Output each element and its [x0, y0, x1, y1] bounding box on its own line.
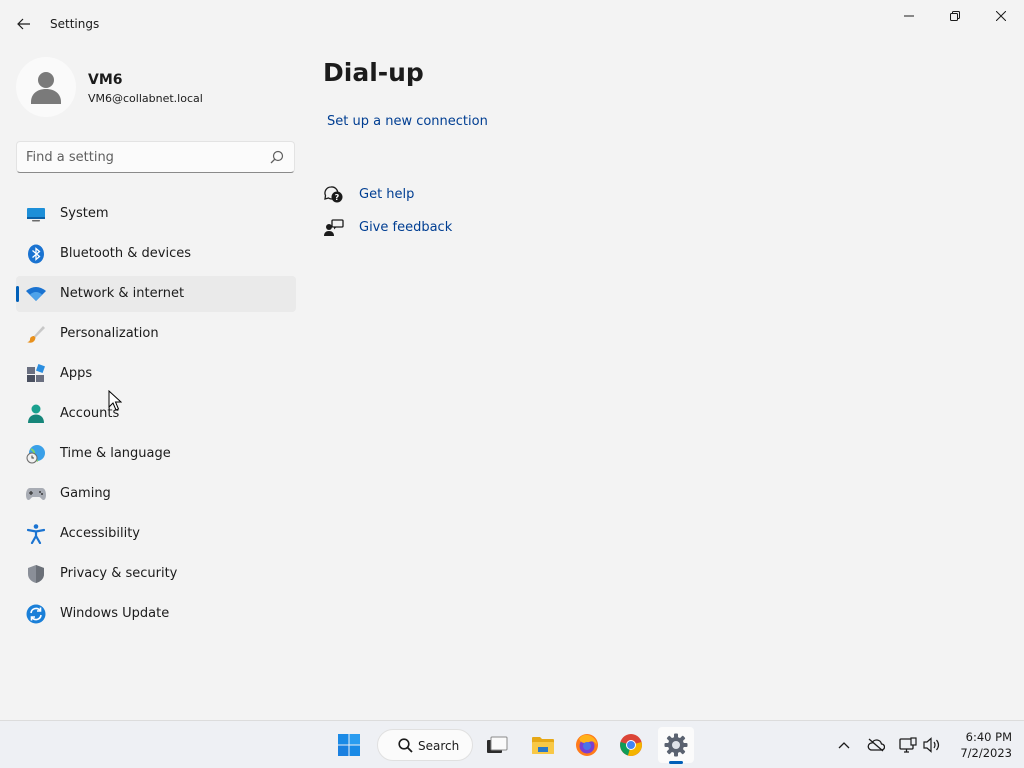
firefox-icon: [576, 734, 598, 756]
network-tray-button[interactable]: [898, 735, 918, 755]
get-help-label: Get help: [359, 187, 415, 202]
folder-icon: [532, 737, 554, 754]
profile-name: VM6: [88, 72, 123, 88]
taskbar-search-label: Search: [418, 739, 460, 753]
taskbar: Search 6:40 PM 7/2/2023: [0, 720, 1024, 768]
sidebar-item-label: System: [60, 206, 109, 221]
sidebar-item-label: Time & language: [60, 446, 171, 461]
give-feedback-label: Give feedback: [359, 220, 453, 235]
sidebar-item-windows-update[interactable]: Windows Update: [16, 596, 296, 632]
cloud-offline-icon: [867, 738, 885, 752]
user-avatar-icon: [31, 72, 61, 104]
restore-button[interactable]: [932, 0, 978, 32]
chevron-up-icon: [838, 742, 850, 749]
setup-new-connection-link[interactable]: Set up a new connection: [327, 114, 488, 129]
settings-window: Settings VM6 VM6@collabnet.local Find a …: [0, 0, 1024, 720]
window-title: Settings: [50, 17, 100, 31]
sidebar-item-privacy[interactable]: Privacy & security: [16, 556, 296, 592]
volume-tray-button[interactable]: [922, 735, 942, 755]
sidebar-item-label: Windows Update: [60, 606, 170, 621]
title-bar: Settings: [0, 0, 1024, 48]
mouse-cursor-icon: [108, 390, 122, 411]
brush-icon: [26, 324, 46, 344]
search-icon: [398, 738, 413, 753]
wifi-icon: [26, 284, 46, 304]
sidebar-item-gaming[interactable]: Gaming: [16, 476, 296, 512]
sidebar-item-system[interactable]: System: [16, 196, 296, 232]
chrome-icon: [620, 734, 642, 756]
active-app-indicator: [669, 761, 683, 764]
profile-email: VM6@collabnet.local: [88, 92, 203, 105]
search-input[interactable]: [26, 142, 266, 172]
sidebar-nav: System Bluetooth & devices Network & int…: [16, 196, 296, 636]
close-button[interactable]: [978, 0, 1024, 32]
minimize-button[interactable]: [886, 0, 932, 32]
gear-icon: [664, 733, 688, 757]
person-icon: [26, 404, 46, 424]
sidebar-item-time-language[interactable]: Time & language: [16, 436, 296, 472]
give-feedback-link[interactable]: Give feedback: [324, 217, 524, 239]
svg-text:?: ?: [335, 193, 340, 202]
get-help-link[interactable]: ? Get help: [324, 184, 524, 206]
show-hidden-icons-button[interactable]: [834, 735, 854, 755]
windows-logo-icon: [338, 734, 360, 756]
firefox-button[interactable]: [569, 727, 605, 763]
close-icon: [996, 11, 1006, 21]
task-view-button[interactable]: [479, 727, 515, 763]
ethernet-icon: [899, 737, 917, 753]
back-button[interactable]: [10, 11, 38, 37]
sidebar-item-label: Apps: [60, 366, 93, 381]
search-icon[interactable]: [270, 150, 284, 164]
apps-icon: [26, 364, 46, 384]
monitor-icon: [26, 204, 46, 224]
task-view-icon: [487, 736, 508, 753]
sidebar-item-accounts[interactable]: Accounts: [16, 396, 296, 432]
settings-taskbar-button[interactable]: [658, 727, 694, 763]
sidebar-item-bluetooth[interactable]: Bluetooth & devices: [16, 236, 296, 272]
sidebar-item-network[interactable]: Network & internet: [16, 276, 296, 312]
sidebar-item-label: Bluetooth & devices: [60, 246, 191, 261]
start-button[interactable]: [331, 727, 367, 763]
system-clock[interactable]: 6:40 PM 7/2/2023: [948, 729, 1012, 761]
help-chat-icon: ?: [324, 186, 343, 203]
sidebar-item-accessibility[interactable]: Accessibility: [16, 516, 296, 552]
arrow-left-icon: [17, 18, 30, 30]
accessibility-icon: [26, 524, 46, 544]
shield-icon: [26, 564, 46, 584]
avatar[interactable]: [16, 57, 76, 117]
restore-icon: [950, 11, 960, 21]
clock-date: 7/2/2023: [960, 746, 1012, 760]
sync-icon: [26, 604, 46, 624]
speaker-icon: [923, 737, 940, 753]
bluetooth-icon: [26, 244, 46, 264]
chrome-button[interactable]: [613, 727, 649, 763]
sidebar-item-personalization[interactable]: Personalization: [16, 316, 296, 352]
sidebar-item-label: Personalization: [60, 326, 159, 341]
file-explorer-button[interactable]: [525, 727, 561, 763]
sidebar-item-label: Privacy & security: [60, 566, 178, 581]
clock-time: 6:40 PM: [965, 730, 1012, 744]
page-title: Dial-up: [323, 58, 424, 87]
taskbar-search[interactable]: Search: [377, 729, 473, 761]
minimize-icon: [904, 15, 914, 17]
feedback-icon: [324, 219, 344, 236]
search-box: [16, 141, 295, 173]
sidebar-item-label: Gaming: [60, 486, 111, 501]
sidebar-item-label: Network & internet: [60, 286, 185, 301]
gamepad-icon: [26, 484, 46, 504]
globe-clock-icon: [26, 444, 46, 464]
sidebar-item-apps[interactable]: Apps: [16, 356, 296, 392]
sidebar-item-label: Accessibility: [60, 526, 140, 541]
onedrive-tray-button[interactable]: [866, 735, 886, 755]
